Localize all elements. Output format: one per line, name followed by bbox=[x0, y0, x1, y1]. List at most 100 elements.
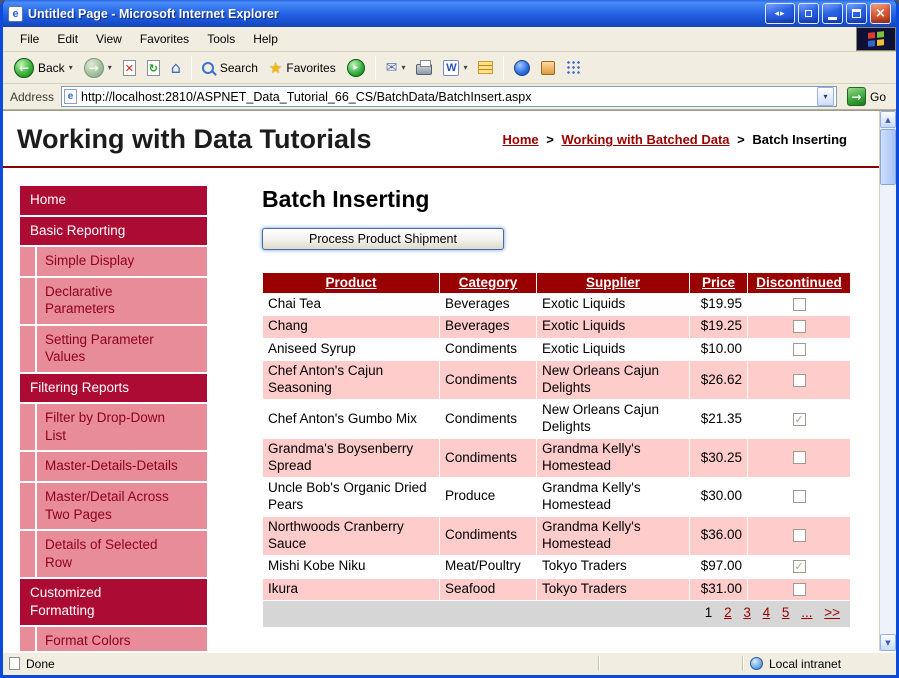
grid-header-row: Product Category Supplier Price Disconti… bbox=[263, 273, 850, 293]
pager-page-4-link[interactable]: 4 bbox=[763, 605, 771, 620]
discontinued-checkbox[interactable]: ✓ bbox=[793, 413, 806, 426]
tiles-grid-icon bbox=[566, 60, 581, 75]
menu-item-favorites[interactable]: Favorites bbox=[131, 27, 198, 51]
back-dropdown-icon: ▾ bbox=[69, 63, 73, 72]
scroll-up-button[interactable]: ▲ bbox=[880, 111, 896, 128]
discontinued-checkbox[interactable] bbox=[793, 490, 806, 503]
supplier-cell: New Orleans Cajun Delights bbox=[537, 400, 689, 438]
sidebar-item-home[interactable]: Home bbox=[20, 186, 207, 215]
process-product-shipment-button[interactable]: Process Product Shipment bbox=[262, 228, 504, 250]
intranet-zone-icon bbox=[750, 657, 763, 670]
price-cell: $19.95 bbox=[690, 294, 747, 315]
tiles-button[interactable] bbox=[561, 54, 586, 82]
product-row: Chef Anton's Gumbo MixCondimentsNew Orle… bbox=[263, 400, 850, 438]
discontinued-checkbox[interactable]: ✓ bbox=[793, 560, 806, 573]
pager-page-2-link[interactable]: 2 bbox=[724, 605, 732, 620]
go-label: Go bbox=[870, 90, 886, 104]
research-button[interactable] bbox=[536, 54, 560, 82]
sidebar-item-filter-by-drop-down-list[interactable]: Filter by Drop-Down List bbox=[20, 404, 207, 450]
product-row: Aniseed SyrupCondimentsExotic Liquids$10… bbox=[263, 339, 850, 360]
menu-item-help[interactable]: Help bbox=[244, 27, 287, 51]
breadcrumb-section-link[interactable]: Working with Batched Data bbox=[561, 132, 729, 147]
site-title: Working with Data Tutorials bbox=[17, 124, 372, 155]
menu-item-edit[interactable]: Edit bbox=[48, 27, 87, 51]
favorites-button[interactable]: ★ Favorites bbox=[264, 54, 341, 82]
column-header-price[interactable]: Price bbox=[690, 273, 747, 293]
sidebar-item-simple-display[interactable]: Simple Display bbox=[20, 247, 207, 276]
sidebar-item-basic-reporting[interactable]: Basic Reporting bbox=[20, 217, 207, 246]
media-button[interactable]: ▸ bbox=[342, 54, 370, 82]
titlebar-small-window-button[interactable] bbox=[798, 3, 819, 24]
supplier-cell: Exotic Liquids bbox=[537, 339, 689, 360]
nav-indent-strip bbox=[20, 326, 35, 372]
discontinued-checkbox[interactable] bbox=[793, 374, 806, 387]
address-dropdown-button[interactable]: ▾ bbox=[817, 87, 834, 106]
toolbar-separator bbox=[503, 56, 504, 80]
discontinued-checkbox[interactable] bbox=[793, 298, 806, 311]
pager-next-link[interactable]: >> bbox=[824, 605, 840, 620]
menu-item-file[interactable]: File bbox=[11, 27, 48, 51]
scrollbar-thumb[interactable] bbox=[880, 129, 896, 185]
sidebar-item-setting-parameter-values[interactable]: Setting Parameter Values bbox=[20, 326, 207, 372]
pager-ellipsis-link[interactable]: ... bbox=[801, 605, 812, 620]
discontinued-checkbox[interactable] bbox=[793, 529, 806, 542]
mail-button[interactable]: ✉ ▾ bbox=[381, 54, 411, 82]
minimize-button[interactable] bbox=[822, 3, 843, 24]
nav-item-label: Master/Detail Across Two Pages bbox=[37, 483, 207, 529]
column-header-product[interactable]: Product bbox=[263, 273, 439, 293]
sidebar-item-details-of-selected-row[interactable]: Details of Selected Row bbox=[20, 531, 207, 577]
sidebar-item-filtering-reports[interactable]: Filtering Reports bbox=[20, 374, 207, 403]
pager-page-5-link[interactable]: 5 bbox=[782, 605, 790, 620]
pager-page-3-link[interactable]: 3 bbox=[743, 605, 751, 620]
discontinued-checkbox[interactable] bbox=[793, 451, 806, 464]
close-button[interactable]: × bbox=[870, 3, 891, 24]
refresh-button[interactable]: ↻ bbox=[142, 54, 165, 82]
column-header-discontinued[interactable]: Discontinued bbox=[748, 273, 850, 293]
menu-item-tools[interactable]: Tools bbox=[198, 27, 244, 51]
scrollbar-track[interactable] bbox=[880, 186, 896, 634]
category-cell: Produce bbox=[440, 478, 536, 516]
discontinued-checkbox[interactable] bbox=[793, 583, 806, 596]
discuss-icon bbox=[478, 61, 493, 74]
sidebar-item-master-details-details[interactable]: Master-Details-Details bbox=[20, 452, 207, 481]
discontinued-checkbox[interactable] bbox=[793, 343, 806, 356]
discuss-button[interactable] bbox=[473, 54, 498, 82]
titlebar-arrows-button[interactable]: ◂▸ bbox=[765, 3, 795, 24]
sidebar-item-format-colors[interactable]: Format Colors bbox=[20, 627, 207, 651]
category-cell: Condiments bbox=[440, 400, 536, 438]
product-cell: Ikura bbox=[263, 579, 439, 600]
page-favicon-icon: e bbox=[64, 89, 77, 104]
search-button[interactable]: Search bbox=[197, 54, 263, 82]
discontinued-cell bbox=[748, 579, 850, 600]
maximize-button[interactable] bbox=[846, 3, 867, 24]
supplier-cell: Grandma Kelly's Homestead bbox=[537, 478, 689, 516]
stop-button[interactable]: ✕ bbox=[118, 54, 141, 82]
column-header-supplier[interactable]: Supplier bbox=[537, 273, 689, 293]
print-button[interactable] bbox=[411, 54, 437, 82]
forward-button[interactable]: → ▾ bbox=[79, 54, 117, 82]
home-button[interactable]: ⌂ bbox=[166, 54, 186, 82]
price-cell: $21.35 bbox=[690, 400, 747, 438]
vertical-scrollbar[interactable]: ▲ ▼ bbox=[879, 111, 896, 651]
address-input[interactable]: e http://localhost:2810/ASPNET_Data_Tuto… bbox=[61, 86, 837, 107]
ie-document-icon: e bbox=[8, 6, 23, 22]
messenger-icon bbox=[514, 60, 530, 76]
sidebar-item-customized-formatting[interactable]: Customized Formatting bbox=[20, 579, 207, 625]
go-button[interactable]: → Go bbox=[842, 85, 891, 109]
price-cell: $30.00 bbox=[690, 478, 747, 516]
edit-button[interactable]: W ▾ bbox=[438, 54, 472, 82]
breadcrumb-home-link[interactable]: Home bbox=[503, 132, 539, 147]
column-header-category[interactable]: Category bbox=[440, 273, 536, 293]
nav-indent-strip bbox=[20, 452, 35, 481]
sidebar-item-declarative-parameters[interactable]: Declarative Parameters bbox=[20, 278, 207, 324]
product-row: Uncle Bob's Organic Dried PearsProduceGr… bbox=[263, 478, 850, 516]
title-bar[interactable]: e Untitled Page - Microsoft Internet Exp… bbox=[3, 0, 896, 27]
discontinued-checkbox[interactable] bbox=[793, 320, 806, 333]
back-button[interactable]: ← Back ▾ bbox=[9, 54, 78, 82]
scroll-down-button[interactable]: ▼ bbox=[880, 634, 896, 651]
sidebar-item-master-detail-across-two-pages[interactable]: Master/Detail Across Two Pages bbox=[20, 483, 207, 529]
menu-item-view[interactable]: View bbox=[87, 27, 131, 51]
messenger-button[interactable] bbox=[509, 54, 535, 82]
search-icon bbox=[202, 62, 214, 74]
nav-indent-strip bbox=[20, 404, 35, 450]
